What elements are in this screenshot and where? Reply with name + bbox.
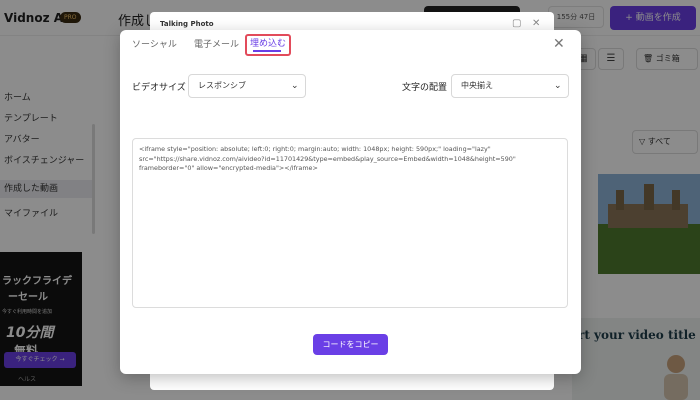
copy-code-button[interactable]: コードをコピー <box>313 334 388 355</box>
tab-email[interactable]: 電子メール <box>194 37 239 50</box>
chevron-down-icon: ⌄ <box>291 81 299 91</box>
chevron-down-icon: ⌄ <box>554 81 562 91</box>
embed-code-textarea[interactable]: <iframe style="position: absolute; left:… <box>132 138 568 308</box>
share-modal: ソーシャル 電子メール 埋め込む ✕ ビデオサイズ レスポンシブ ⌄ 文字の配置… <box>120 30 581 374</box>
video-size-value: レスポンシブ <box>198 81 246 90</box>
alignment-label: 文字の配置 <box>402 83 448 93</box>
maximize-icon[interactable]: ▢ <box>512 18 521 29</box>
tab-social[interactable]: ソーシャル <box>132 37 177 50</box>
talking-photo-title: Talking Photo <box>160 20 214 28</box>
video-size-select[interactable]: レスポンシブ ⌄ <box>188 74 306 98</box>
modal-close-icon[interactable]: ✕ <box>553 36 565 52</box>
video-size-label: ビデオサイズ <box>132 83 186 93</box>
alignment-value: 中央揃え <box>461 81 493 90</box>
alignment-select[interactable]: 中央揃え ⌄ <box>451 74 569 98</box>
tab-embed[interactable]: 埋め込む <box>245 34 291 56</box>
active-tab-indicator <box>253 50 281 52</box>
close-icon[interactable]: ✕ <box>532 18 540 29</box>
